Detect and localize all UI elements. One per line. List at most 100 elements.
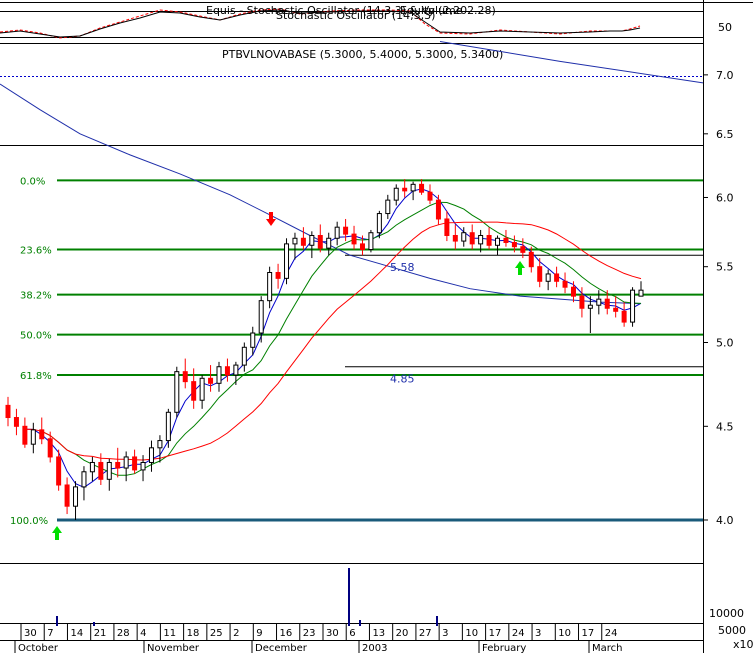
candle-body [300, 237, 306, 246]
date-tick-label: 16 [280, 628, 293, 639]
candle-body [47, 438, 53, 458]
candle-body [469, 232, 475, 245]
moving-average-fast [24, 188, 642, 488]
candle-body [343, 226, 349, 235]
candle-body [410, 183, 416, 192]
candle-body [638, 289, 644, 297]
candle-body [562, 280, 568, 288]
candle-body [368, 232, 374, 251]
buy-arrow-icon [515, 261, 525, 275]
candle-body [385, 199, 391, 215]
candle-body [478, 234, 484, 245]
date-tick-label: 21 [94, 628, 107, 639]
candle-body [165, 411, 171, 442]
osc-tick-50: 50 [718, 21, 732, 34]
candle-body [613, 307, 619, 312]
candle-body [98, 461, 104, 480]
fib-level-label: 100.0% [10, 516, 48, 527]
candle-body [13, 417, 19, 427]
candle-body [309, 234, 315, 246]
fib-level-label: 50.0% [20, 331, 52, 342]
date-tick-label: 18 [187, 628, 200, 639]
candle-body [359, 243, 365, 251]
candle-body [520, 246, 526, 253]
date-tick-label: 10 [558, 628, 571, 639]
candle-body [182, 371, 188, 383]
date-tick-label: 28 [117, 628, 130, 639]
fib-level-label: 61.8% [20, 371, 52, 382]
moving-average-mid [41, 201, 642, 476]
candle-body [115, 461, 121, 469]
price-tick-label: 7.0 [716, 69, 734, 82]
candle-body [537, 266, 543, 282]
candle-body [275, 271, 281, 279]
date-tick-label: 20 [396, 628, 409, 639]
candle-body [326, 237, 332, 249]
date-tick-label: 13 [372, 628, 385, 639]
candle-body [393, 187, 399, 201]
candle-body [56, 456, 62, 486]
fib-level-label: 23.6% [20, 246, 52, 257]
date-tick-label: 11 [163, 628, 176, 639]
candle-body [157, 440, 163, 449]
candle-body [427, 191, 433, 201]
candle-body [250, 332, 256, 348]
candle-body [233, 364, 239, 376]
candle-body [528, 251, 534, 268]
candle-body [64, 484, 70, 507]
candle-body [579, 295, 585, 309]
price-tick-label: 4.5 [716, 420, 734, 433]
candle-body [30, 429, 36, 445]
month-label: November [147, 643, 200, 653]
month-label: 2003 [362, 643, 387, 653]
candle-body [73, 486, 79, 507]
date-tick-label: 14 [70, 628, 83, 639]
date-tick-label: 6 [349, 628, 355, 639]
fib-level-label: 0.0% [20, 176, 45, 187]
candle-body [123, 456, 129, 469]
candle-body [596, 298, 602, 306]
candle-body [148, 447, 154, 463]
candle-body [495, 237, 501, 246]
candle-body [89, 461, 95, 473]
candle-body [5, 404, 11, 419]
candle-body [258, 300, 264, 334]
candle-body [292, 237, 298, 245]
candle-body [435, 199, 441, 220]
candle-body [284, 243, 290, 279]
candle-body [503, 237, 509, 243]
candle-body [554, 273, 560, 282]
candle-body [199, 377, 205, 401]
price-tick-label: 5.5 [716, 261, 734, 274]
candle-body [545, 273, 551, 282]
month-label: October [18, 643, 59, 653]
date-tick-label: 2 [233, 628, 239, 639]
candle-body [241, 346, 247, 366]
date-tick-label: 23 [303, 628, 316, 639]
date-tick-label: 25 [210, 628, 223, 639]
date-tick-label: 30 [24, 628, 37, 639]
date-tick-label: 17 [489, 628, 502, 639]
candle-body [444, 218, 450, 236]
candle-body [351, 233, 357, 245]
volume-tick-5000: 5000 [718, 624, 746, 637]
buy-arrow-icon [52, 526, 62, 540]
candle-body [208, 377, 214, 384]
stock-chart: 50 Equis - Stochastic Oscillator (14,3,3… [0, 0, 753, 653]
month-label: December [255, 643, 308, 653]
price-tick-label: 4.0 [716, 514, 734, 527]
candle-body [621, 310, 627, 323]
candle-body [376, 213, 382, 234]
candle-body [402, 187, 408, 192]
panel-frames [0, 0, 753, 653]
candle-body [630, 289, 636, 323]
candle-body [604, 298, 610, 309]
date-tick-label: 10 [465, 628, 478, 639]
candle-body [140, 461, 146, 471]
price-tick-label: 6.0 [716, 191, 734, 204]
date-tick-label: 9 [256, 628, 262, 639]
candle-body [511, 241, 517, 248]
candle-body [191, 381, 197, 401]
date-tick-label: 17 [582, 628, 595, 639]
candle-body [132, 456, 138, 471]
